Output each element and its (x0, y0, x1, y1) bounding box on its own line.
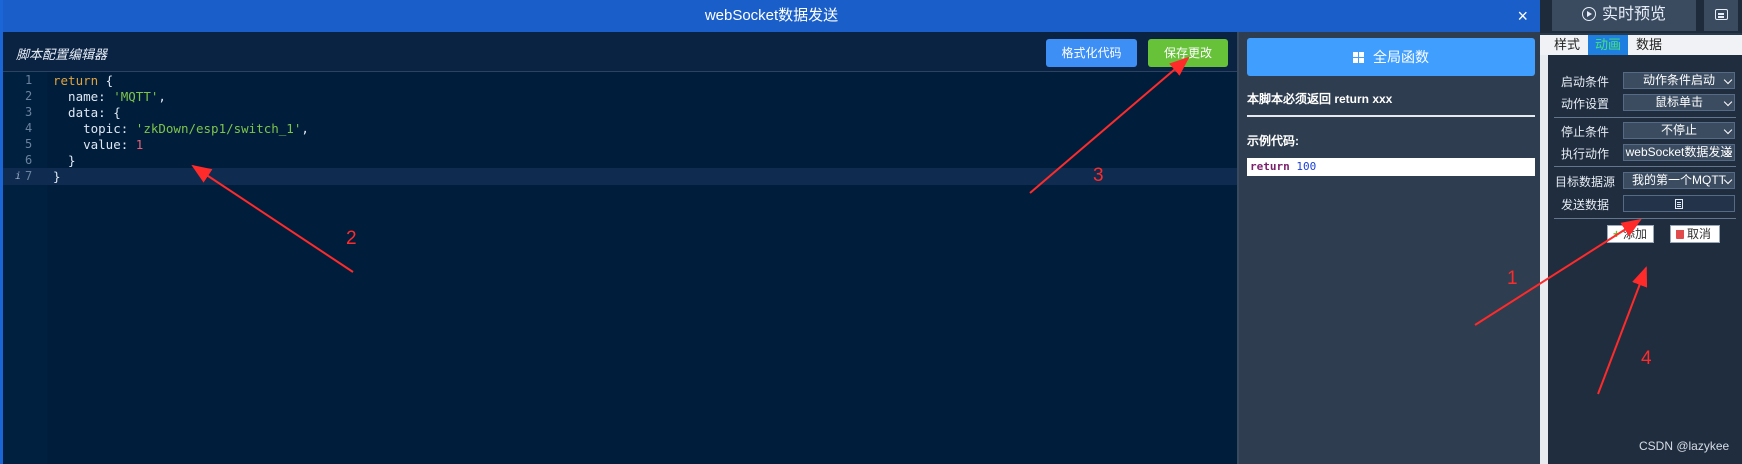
top-toolbar: 实时预览 (1540, 0, 1742, 33)
live-preview-label: 实时预览 (1601, 6, 1666, 23)
example-keyword: return (1250, 160, 1290, 173)
script-modal: webSocket数据发送 × 脚本配置编辑器 格式化代码 保存更改 1 ret… (0, 0, 1540, 464)
example-code: return 100 (1247, 158, 1535, 176)
divider (1554, 117, 1736, 118)
code-token: topic: (53, 121, 136, 136)
code-token: name: (53, 89, 114, 104)
action-setting-label: 动作设置 (1561, 97, 1610, 111)
code-token: value: (53, 137, 136, 152)
target-source-value: 我的第一个MQTT (1632, 173, 1726, 187)
code-token: , (301, 121, 309, 136)
code-token: } (53, 169, 61, 184)
modal-title: webSocket数据发送 (704, 7, 839, 24)
play-icon (1581, 7, 1596, 21)
code-line[interactable]: 6 } (3, 152, 1237, 169)
close-icon[interactable]: × (1517, 0, 1528, 32)
properties-panel: 实时预览 样式 动画 数据 启动条件 动作条件启动 动作设置 鼠标单击 停止条件… (1540, 0, 1742, 464)
screen: webSocket数据发送 × 脚本配置编辑器 格式化代码 保存更改 1 ret… (0, 0, 1742, 464)
save-changes-button[interactable]: 保存更改 (1148, 39, 1228, 67)
code-token: { (98, 73, 114, 88)
menu-button[interactable] (1704, 0, 1738, 31)
action-setting-select[interactable]: 鼠标单击 (1623, 94, 1735, 111)
tab-data[interactable]: 数据 (1630, 35, 1668, 55)
format-code-button[interactable]: 格式化代码 (1046, 39, 1137, 67)
chevron-down-icon (1723, 125, 1733, 135)
divider (1247, 115, 1535, 117)
stop-condition-value: 不停止 (1660, 123, 1697, 137)
execute-action-select[interactable]: webSocket数据发送 (1623, 144, 1735, 161)
stop-condition-label: 停止条件 (1561, 125, 1610, 139)
global-functions-button[interactable]: 全局函数 (1247, 38, 1535, 76)
chevron-down-icon (1723, 97, 1733, 107)
cancel-button[interactable]: 取消 (1670, 225, 1720, 243)
code-line-active[interactable]: i 7 } (3, 168, 1237, 185)
target-source-label: 目标数据源 (1555, 175, 1616, 189)
code-token: 'zkDown/esp1/switch_1' (135, 121, 302, 136)
add-label: 添加 (1623, 227, 1648, 241)
property-tabs: 样式 动画 数据 (1540, 35, 1742, 55)
return-hint: 本脚本必须返回 return xxx (1247, 92, 1393, 106)
global-functions-label: 全局函数 (1373, 49, 1429, 65)
divider (1554, 166, 1736, 167)
annotation-label-3: 3 (1093, 165, 1104, 186)
code-token: 'MQTT' (113, 89, 159, 104)
start-condition-value: 动作条件启动 (1642, 73, 1715, 87)
execute-action-value: webSocket数据发送 (1625, 145, 1733, 159)
script-help-panel: 全局函数 本脚本必须返回 return xxx 示例代码: return 100 (1239, 32, 1540, 464)
tab-style[interactable]: 样式 (1548, 35, 1586, 55)
code-editor[interactable]: 1 return { 2 name: 'MQTT', 3 data: { 4 t… (3, 72, 1237, 464)
action-setting-value: 鼠标单击 (1654, 95, 1703, 109)
target-source-select[interactable]: 我的第一个MQTT (1623, 172, 1735, 189)
line-number: 7 (25, 169, 33, 183)
editor-title: 脚本配置编辑器 (16, 47, 108, 62)
trash-icon (1676, 230, 1684, 239)
line-number: 5 (25, 137, 33, 151)
execute-action-label: 执行动作 (1561, 147, 1610, 161)
watermark: CSDN @lazykee (1639, 439, 1730, 453)
code-token: data: { (53, 105, 121, 120)
plus-icon: + (1613, 227, 1621, 241)
code-line[interactable]: 5 value: 1 (3, 136, 1237, 153)
line-number: 2 (25, 89, 33, 103)
line-number: 4 (25, 121, 33, 135)
live-preview-button[interactable]: 实时预览 (1552, 0, 1696, 31)
code-token: , (158, 89, 166, 104)
line-number: 6 (25, 153, 33, 167)
start-condition-select[interactable]: 动作条件启动 (1623, 72, 1735, 89)
list-icon (1715, 9, 1728, 20)
info-icon[interactable]: i (15, 168, 21, 185)
annotation-label-4: 4 (1641, 348, 1652, 369)
grid-icon (1353, 52, 1364, 63)
tab-animation[interactable]: 动画 (1588, 35, 1628, 55)
cancel-label: 取消 (1687, 227, 1712, 241)
send-data-label: 发送数据 (1561, 198, 1610, 212)
chevron-down-icon (1723, 75, 1733, 85)
modal-titlebar: webSocket数据发送 × (3, 0, 1540, 32)
add-button[interactable]: + 添加 (1607, 225, 1654, 243)
line-number: 1 (25, 73, 33, 87)
line-number: 3 (25, 105, 33, 119)
document-icon (1675, 199, 1683, 209)
start-condition-label: 启动条件 (1561, 75, 1610, 89)
code-token: return (53, 73, 99, 88)
annotation-label-1: 1 (1507, 268, 1518, 289)
code-line[interactable]: 3 data: { (3, 104, 1237, 121)
example-label: 示例代码: (1247, 134, 1299, 148)
code-line[interactable]: 4 topic: 'zkDown/esp1/switch_1', (3, 120, 1237, 137)
annotation-label-2: 2 (346, 228, 357, 249)
code-token: 1 (135, 137, 144, 152)
example-value: 100 (1296, 160, 1317, 173)
divider (1554, 218, 1736, 219)
code-line[interactable]: 1 return { (3, 72, 1237, 89)
send-data-editor-button[interactable] (1623, 195, 1735, 212)
code-line[interactable]: 2 name: 'MQTT', (3, 88, 1237, 105)
animation-settings: 启动条件 动作条件启动 动作设置 鼠标单击 停止条件 不停止 执行动作 webS… (1540, 55, 1742, 464)
code-token: } (53, 153, 76, 168)
stop-condition-select[interactable]: 不停止 (1623, 122, 1735, 139)
